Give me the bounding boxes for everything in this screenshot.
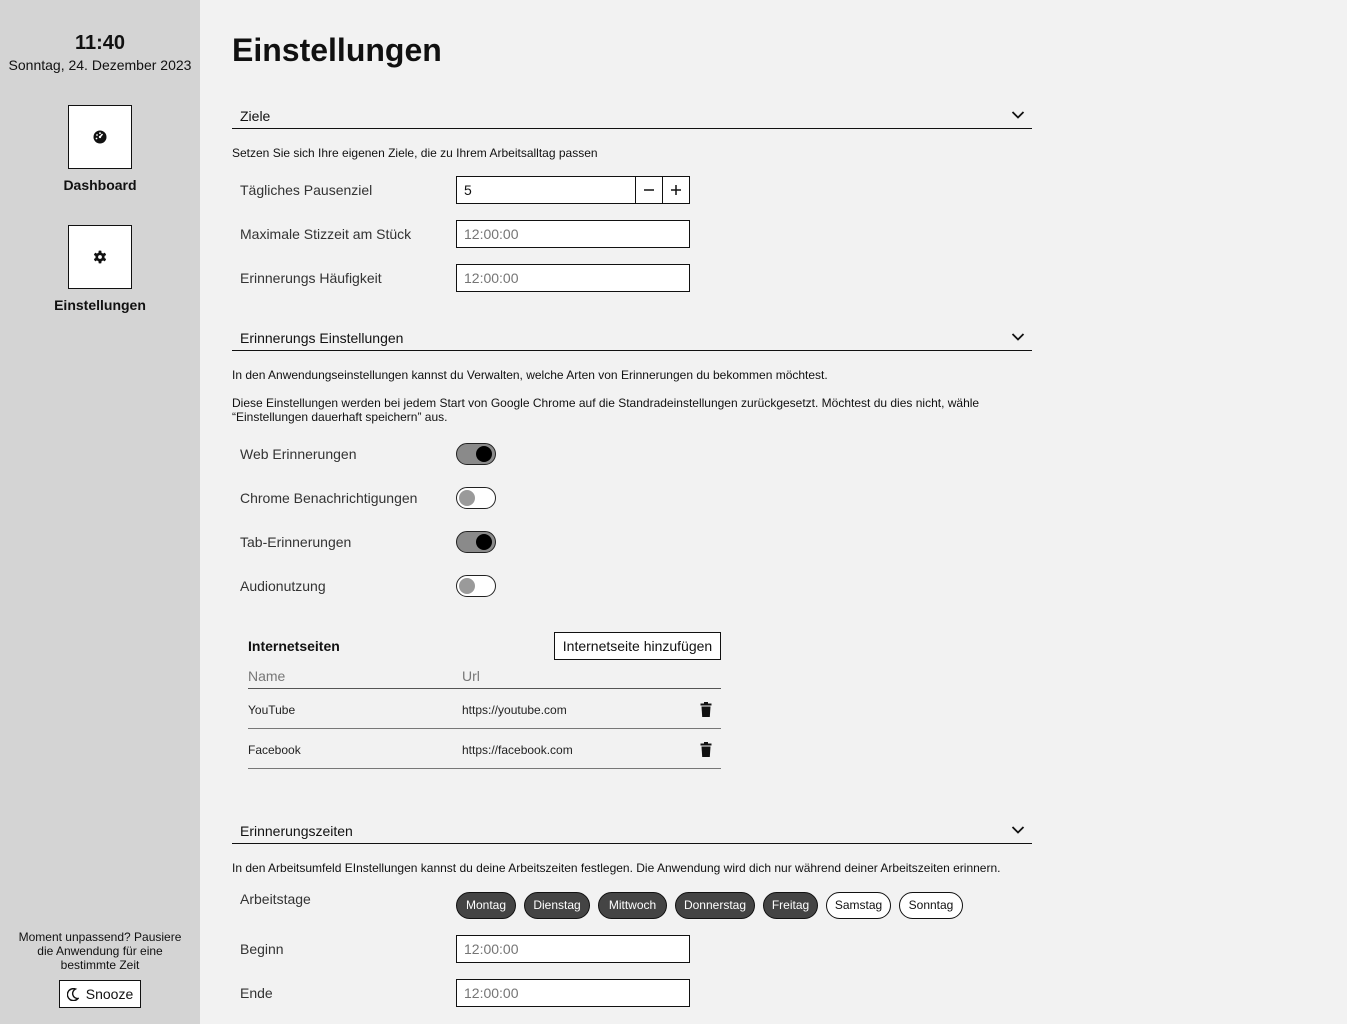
page-title: Einstellungen [232, 32, 442, 68]
day-chip-sunday[interactable]: Sonntag [899, 892, 963, 919]
clock: 11:40 [74, 32, 126, 54]
add-site-button[interactable]: Internetseite hinzufügen [554, 632, 721, 660]
toggle-label: Chrome Benachrichtigungen [240, 490, 418, 506]
reminders-reset-note: Diese Einstellungen werden bei jedem Sta… [232, 396, 980, 424]
toggle-knob [459, 578, 475, 594]
table-row: YouTube https://youtube.com [248, 689, 721, 729]
plus-icon [671, 185, 681, 195]
snooze-prompt: Moment unpassend? Pausiere die Anwendung… [18, 930, 182, 972]
daily-break-goal-input[interactable]: 5 [456, 176, 636, 204]
chevron-down-icon [1011, 333, 1025, 341]
goals-description: Setzen Sie sich Ihre eigenen Ziele, die … [232, 146, 598, 160]
snooze-label: Snooze [85, 986, 134, 1002]
toggle-label: Tab-Erinnerungen [240, 534, 352, 550]
trash-icon[interactable] [700, 702, 712, 717]
sidebar: 11:40 Sonntag, 24. Dezember 2023 Dashboa… [0, 0, 200, 1024]
max-sitting-input[interactable] [456, 220, 690, 248]
moon-icon [66, 987, 79, 1001]
toggle-knob [476, 446, 492, 462]
table-header: Name Url [248, 668, 721, 689]
start-label: Beginn [240, 941, 284, 957]
section-title: Erinnerungszeiten [240, 823, 353, 839]
section-header-goals[interactable]: Ziele [232, 103, 1032, 129]
trash-icon[interactable] [700, 742, 712, 757]
gear-icon [93, 250, 107, 264]
toggle-label: Audionutzung [240, 578, 326, 594]
end-time-input[interactable] [456, 979, 690, 1007]
toggle-knob [459, 490, 475, 506]
workdays-label: Arbeitstage [240, 891, 311, 907]
section-title: Ziele [240, 108, 271, 124]
day-chip-thursday[interactable]: Donnerstag [675, 892, 755, 919]
decrement-button[interactable] [635, 176, 663, 204]
site-name: Facebook [248, 743, 301, 757]
day-chip-monday[interactable]: Montag [456, 892, 516, 919]
web-reminders-toggle[interactable] [456, 443, 496, 465]
section-header-reminders[interactable]: Erinnerungs Einstellungen [232, 325, 1032, 351]
nav-settings-button[interactable] [68, 225, 132, 289]
nav-dashboard-button[interactable] [68, 105, 132, 169]
site-name: YouTube [248, 703, 296, 717]
site-url: https://facebook.com [462, 743, 573, 757]
chevron-down-icon [1011, 111, 1025, 119]
reminder-frequency-label: Erinnerungs Häufigkeit [240, 270, 382, 286]
audio-usage-toggle[interactable] [456, 575, 496, 597]
chrome-notifications-toggle[interactable] [456, 487, 496, 509]
max-sitting-label: Maximale Stizzeit am Stück [240, 226, 412, 242]
minus-icon [644, 189, 654, 191]
daily-break-goal-label: Tägliches Pausenziel [240, 182, 373, 198]
day-chip-wednesday[interactable]: Mittwoch [598, 892, 667, 919]
table-row: Facebook https://facebook.com [248, 729, 721, 769]
toggle-knob [476, 534, 492, 550]
section-title: Erinnerungs Einstellungen [240, 330, 404, 346]
day-chip-tuesday[interactable]: Dienstag [524, 892, 590, 919]
dashboard-gauge-icon [93, 130, 107, 144]
sites-title: Internetseiten [248, 638, 340, 654]
toggle-label: Web Erinnerungen [240, 446, 357, 462]
column-header-name: Name [248, 668, 286, 684]
day-chip-saturday[interactable]: Samstag [826, 892, 891, 919]
reminders-description: In den Anwendungseinstellungen kannst du… [232, 368, 828, 382]
day-chip-friday[interactable]: Freitag [763, 892, 818, 919]
end-label: Ende [240, 985, 273, 1001]
snooze-button[interactable]: Snooze [59, 980, 141, 1008]
increment-button[interactable] [662, 176, 690, 204]
chevron-down-icon [1011, 826, 1025, 834]
column-header-url: Url [462, 668, 480, 684]
section-header-times[interactable]: Erinnerungszeiten [232, 818, 1032, 844]
reminder-frequency-input[interactable] [456, 264, 690, 292]
site-url: https://youtube.com [462, 703, 567, 717]
tab-reminders-toggle[interactable] [456, 531, 496, 553]
start-time-input[interactable] [456, 935, 690, 963]
nav-dashboard-label: Dashboard [63, 177, 137, 193]
nav-settings-label: Einstellungen [54, 297, 146, 313]
date: Sonntag, 24. Dezember 2023 [8, 57, 192, 73]
times-description: In den Arbeitsumfeld EInstellungen kanns… [232, 861, 1001, 875]
